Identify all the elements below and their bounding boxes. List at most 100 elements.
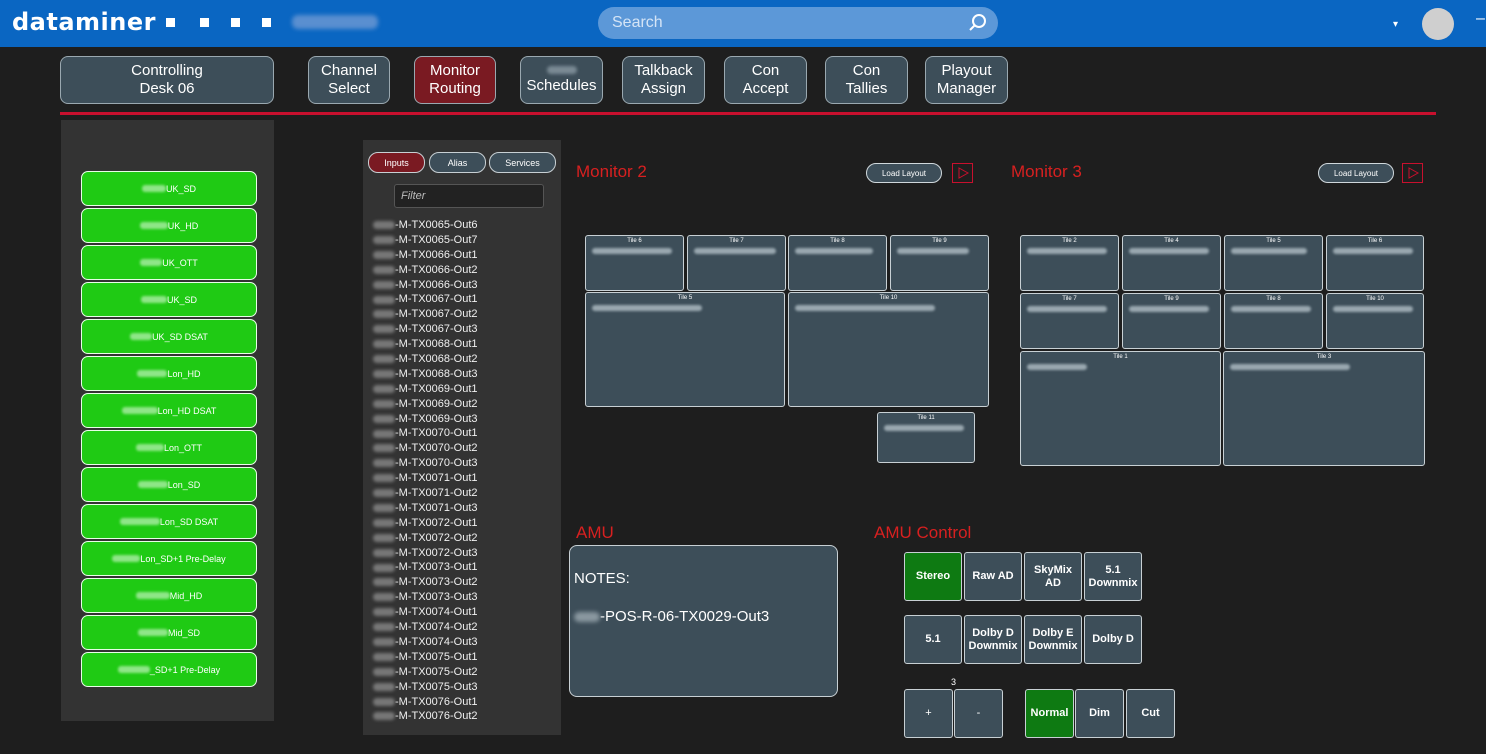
channel-button[interactable]: Lon_SD — [81, 467, 257, 502]
load-layout-button[interactable]: Load Layout — [866, 163, 942, 183]
audio-mode-button[interactable]: 5.1 — [904, 615, 962, 664]
avatar[interactable] — [1422, 8, 1454, 40]
play-button[interactable] — [952, 163, 973, 183]
tab-services[interactable]: Services — [489, 152, 556, 173]
nav-dot[interactable] — [262, 18, 271, 27]
source-item[interactable]: -M-TX0070-Out3 — [373, 456, 553, 471]
source-item[interactable]: -M-TX0074-Out1 — [373, 605, 553, 620]
source-item[interactable]: -M-TX0067-Out2 — [373, 307, 553, 322]
source-item[interactable]: -M-TX0068-Out3 — [373, 367, 553, 382]
source-item[interactable]: -M-TX0071-Out1 — [373, 471, 553, 486]
source-item[interactable]: -M-TX0067-Out3 — [373, 322, 553, 337]
source-item[interactable]: -M-TX0069-Out3 — [373, 412, 553, 427]
source-item[interactable]: -M-TX0066-Out1 — [373, 248, 553, 263]
source-item[interactable]: -M-TX0070-Out2 — [373, 441, 553, 456]
source-item[interactable]: -M-TX0071-Out3 — [373, 501, 553, 516]
monitor-tile[interactable]: Tile 5 — [585, 292, 785, 407]
nav-playout-manager[interactable]: Playout Manager — [925, 56, 1008, 104]
tab-alias[interactable]: Alias — [429, 152, 486, 173]
search-input[interactable] — [612, 7, 952, 39]
search-box[interactable] — [598, 7, 998, 39]
channel-button[interactable]: UK_OTT — [81, 245, 257, 280]
level-button[interactable]: Dim — [1075, 689, 1124, 738]
nav-dot[interactable] — [200, 18, 209, 27]
source-item[interactable]: -M-TX0071-Out2 — [373, 486, 553, 501]
source-item[interactable]: -M-TX0072-Out2 — [373, 531, 553, 546]
monitor-tile[interactable]: Tile 9 — [890, 235, 989, 291]
nav-con-tallies[interactable]: Con Tallies — [825, 56, 908, 104]
volume-down-button[interactable]: - — [954, 689, 1003, 738]
channel-button[interactable]: _SD+1 Pre-Delay — [81, 652, 257, 687]
monitor-tile[interactable]: Tile 9 — [1122, 293, 1221, 349]
monitor-tile[interactable]: Tile 1 — [1020, 351, 1221, 466]
source-item[interactable]: -M-TX0074-Out3 — [373, 635, 553, 650]
monitor-tile[interactable]: Tile 10 — [1326, 293, 1424, 349]
monitor-tile[interactable]: Tile 6 — [585, 235, 684, 291]
nav-monitor-routing[interactable]: Monitor Routing — [414, 56, 496, 104]
monitor-tile[interactable]: Tile 8 — [788, 235, 887, 291]
channel-button[interactable]: Mid_SD — [81, 615, 257, 650]
source-item[interactable]: -M-TX0073-Out2 — [373, 575, 553, 590]
source-item[interactable]: -M-TX0072-Out1 — [373, 516, 553, 531]
source-item[interactable]: -M-TX0075-Out2 — [373, 665, 553, 680]
audio-mode-button[interactable]: SkyMix AD — [1024, 552, 1082, 601]
channel-button[interactable]: Lon_SD+1 Pre-Delay — [81, 541, 257, 576]
channel-button[interactable]: Lon_SD DSAT — [81, 504, 257, 539]
monitor-tile[interactable]: Tile 5 — [1224, 235, 1323, 291]
source-item[interactable]: -M-TX0065-Out6 — [373, 218, 553, 233]
monitor-tile[interactable]: Tile 11 — [877, 412, 975, 463]
source-item[interactable]: -M-TX0076-Out2 — [373, 709, 553, 724]
chevron-down-icon[interactable]: ▾ — [1393, 19, 1398, 30]
source-item[interactable]: -M-TX0065-Out7 — [373, 233, 553, 248]
nav-dot[interactable] — [231, 18, 240, 27]
channel-button[interactable]: UK_SD — [81, 282, 257, 317]
nav-con-accept[interactable]: Con Accept — [724, 56, 807, 104]
audio-mode-button[interactable]: Dolby E Downmix — [1024, 615, 1082, 664]
minimize-icon[interactable]: – — [1476, 10, 1485, 28]
monitor-tile[interactable]: Tile 7 — [687, 235, 786, 291]
load-layout-button[interactable]: Load Layout — [1318, 163, 1394, 183]
source-item[interactable]: -M-TX0068-Out2 — [373, 352, 553, 367]
audio-mode-button[interactable]: Raw AD — [964, 552, 1022, 601]
source-item[interactable]: -M-TX0068-Out1 — [373, 337, 553, 352]
audio-mode-button[interactable]: Stereo — [904, 552, 962, 601]
nav-schedules[interactable]: Schedules — [520, 56, 603, 104]
source-item[interactable]: -M-TX0072-Out3 — [373, 546, 553, 561]
source-item[interactable]: -M-TX0067-Out1 — [373, 292, 553, 307]
nav-talkback-assign[interactable]: Talkback Assign — [622, 56, 705, 104]
monitor-tile[interactable]: Tile 10 — [788, 292, 989, 407]
monitor-tile[interactable]: Tile 8 — [1224, 293, 1323, 349]
source-item[interactable]: -M-TX0075-Out3 — [373, 680, 553, 695]
audio-mode-button[interactable]: Dolby D Downmix — [964, 615, 1022, 664]
source-item[interactable]: -M-TX0066-Out2 — [373, 263, 553, 278]
source-item[interactable]: -M-TX0073-Out3 — [373, 590, 553, 605]
nav-channel-select[interactable]: Channel Select — [308, 56, 390, 104]
source-item[interactable]: -M-TX0069-Out2 — [373, 397, 553, 412]
search-icon[interactable] — [968, 13, 988, 33]
channel-button[interactable]: Lon_OTT — [81, 430, 257, 465]
monitor-tile[interactable]: Tile 2 — [1020, 235, 1119, 291]
source-item[interactable]: -M-TX0066-Out3 — [373, 278, 553, 293]
source-item[interactable]: -M-TX0069-Out1 — [373, 382, 553, 397]
play-button[interactable] — [1402, 163, 1423, 183]
source-item[interactable]: -M-TX0075-Out1 — [373, 650, 553, 665]
channel-button[interactable]: UK_SD — [81, 171, 257, 206]
source-item[interactable]: -M-TX0073-Out1 — [373, 560, 553, 575]
source-item[interactable]: -M-TX0070-Out1 — [373, 426, 553, 441]
level-button[interactable]: Normal — [1025, 689, 1074, 738]
channel-button[interactable]: Mid_HD — [81, 578, 257, 613]
source-item[interactable]: -M-TX0076-Out1 — [373, 695, 553, 710]
volume-up-button[interactable]: + — [904, 689, 953, 738]
channel-button[interactable]: UK_SD DSAT — [81, 319, 257, 354]
audio-mode-button[interactable]: 5.1 Downmix — [1084, 552, 1142, 601]
monitor-tile[interactable]: Tile 6 — [1326, 235, 1424, 291]
nav-dot[interactable] — [166, 18, 175, 27]
monitor-tile[interactable]: Tile 7 — [1020, 293, 1119, 349]
monitor-tile[interactable]: Tile 4 — [1122, 235, 1221, 291]
tab-inputs[interactable]: Inputs — [368, 152, 425, 173]
filter-input[interactable] — [394, 184, 544, 208]
channel-button[interactable]: Lon_HD DSAT — [81, 393, 257, 428]
level-button[interactable]: Cut — [1126, 689, 1175, 738]
channel-button[interactable]: UK_HD — [81, 208, 257, 243]
channel-button[interactable]: Lon_HD — [81, 356, 257, 391]
